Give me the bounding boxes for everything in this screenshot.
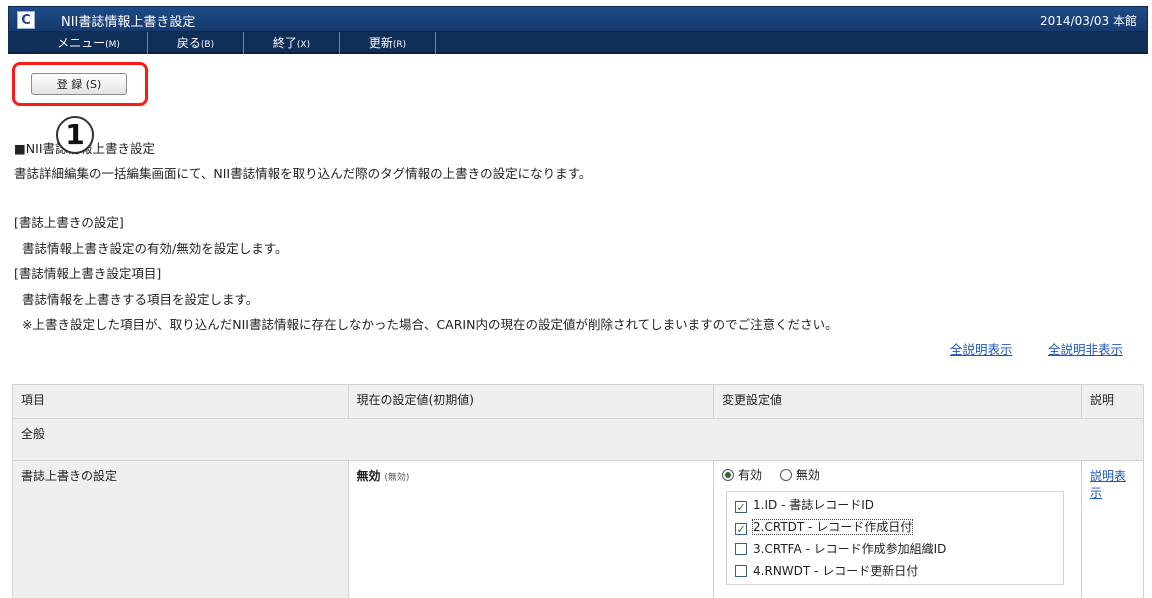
header-description: 説明 (1081, 384, 1144, 419)
show-description-link[interactable]: 説明表示 (1090, 469, 1126, 500)
checkbox-unchecked-icon (735, 565, 748, 577)
section-row: 全般 (12, 418, 1144, 461)
section-general: 全般 (12, 418, 1144, 461)
checkbox-item[interactable]: 4.RNWDT - レコード更新日付 (735, 560, 1055, 582)
radio-disabled[interactable]: 無効 (779, 468, 820, 482)
window-title: NII書誌情報上書き設定 (61, 15, 196, 30)
settings-table: 項目 現在の設定値(初期値) 変更設定値 説明 全般 書誌上書きの設定 無効 (… (12, 384, 1144, 598)
current-initial-value: (無効) (384, 473, 410, 483)
checkbox-list: ✓ 1.ID - 書誌レコードID ✓ 2.CRTDT - レコード作成日付 3.C… (726, 491, 1065, 585)
menu-item-back[interactable]: 戻る(B) (148, 32, 244, 54)
callout-number: 1 (56, 116, 94, 154)
hide-all-descriptions-link[interactable]: 全説明非表示 (1048, 339, 1123, 358)
show-all-descriptions-link[interactable]: 全説明表示 (950, 339, 1013, 358)
checkbox-checked-icon: ✓ (735, 501, 748, 514)
section2-note: ※上書き設定した項目が、取り込んだNII書誌情報に存在しなかった場合、CARIN… (22, 317, 838, 332)
checkbox-item[interactable]: ✓ 1.ID - 書誌レコードID (735, 494, 1055, 516)
row-description: 説明表示 (1081, 460, 1144, 598)
menu-item-refresh[interactable]: 更新(R) (340, 32, 436, 54)
radio-enabled[interactable]: 有効 (722, 468, 762, 482)
checkbox-unchecked-icon (735, 543, 748, 555)
register-highlight: 登 録 (S) (12, 62, 148, 106)
date-branch: 2014/03/03 本館 (1040, 14, 1137, 28)
section1-title: [書誌上書きの設定] (14, 215, 124, 230)
header-current-value: 現在の設定値(初期値) (347, 384, 715, 419)
menu-item-menu[interactable]: メニュー(M) (30, 32, 148, 54)
current-value-text: 無効 (356, 469, 381, 483)
table-header-row: 項目 現在の設定値(初期値) 変更設定値 説明 (12, 384, 1144, 419)
radio-enabled-icon (722, 469, 735, 481)
page-description: 書誌詳細編集の一括編集画面にて、NII書誌情報を取り込んだ際のタグ情報の上書きの… (14, 166, 592, 181)
row-current-value: 無効 (無効) (347, 460, 715, 598)
section2-description: 書誌情報を上書きする項目を設定します。 (22, 292, 259, 307)
menu-item-exit[interactable]: 終了(X) (244, 32, 340, 54)
checkbox-item[interactable]: 3.CRTFA - レコード作成参加組織ID (735, 538, 1055, 560)
menu-bar: メニュー(M) 戻る(B) 終了(X) 更新(R) (8, 32, 1148, 54)
title-bar: C NII書誌情報上書き設定 2014/03/03 本館 (8, 6, 1148, 32)
row-change-value: 有効 無効 ✓ 1.ID - 書誌レコードID ✓ 2.CRTDT - レコード作成… (713, 460, 1083, 598)
checkbox-checked-icon: ✓ (735, 523, 748, 536)
table-row: 書誌上書きの設定 無効 (無効) 有効 無効 ✓ 1.ID - 書誌レコードID … (12, 460, 1144, 598)
app-logo-icon: C (17, 11, 35, 29)
radio-disabled-icon (779, 469, 792, 481)
row-label: 書誌上書きの設定 (12, 460, 349, 598)
header-change-value: 変更設定値 (713, 384, 1083, 419)
section1-description: 書誌情報上書き設定の有効/無効を設定します。 (22, 241, 288, 256)
header-item: 項目 (12, 384, 349, 419)
checkbox-item[interactable]: ✓ 2.CRTDT - レコード作成日付 (735, 516, 1055, 538)
register-button[interactable]: 登 録 (S) (31, 73, 127, 95)
section2-title: [書誌情報上書き設定項目] (14, 266, 162, 281)
